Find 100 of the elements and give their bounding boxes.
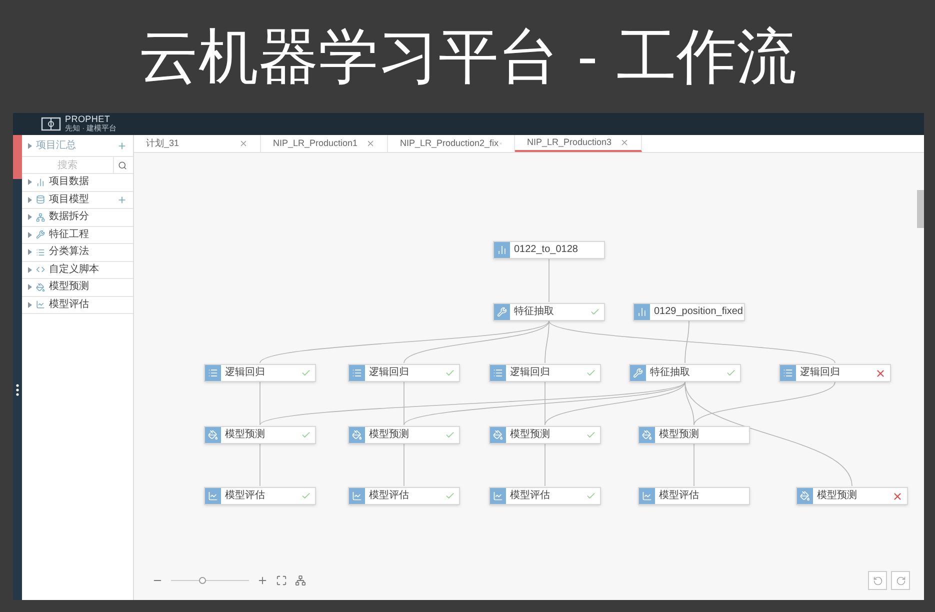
tree-layout-icon[interactable]	[295, 575, 306, 586]
list-icon	[36, 248, 45, 257]
sidebar-item[interactable]: 特征工程	[22, 226, 133, 244]
add-icon[interactable]	[117, 194, 127, 205]
workflow-node[interactable]: 逻辑回归	[489, 364, 601, 382]
list-icon	[208, 368, 218, 378]
workflow-node[interactable]: 模型评估	[489, 487, 601, 505]
add-icon[interactable]	[117, 140, 127, 150]
sidebar-item-label: 模型预测	[49, 282, 90, 292]
bucket-icon	[493, 430, 503, 440]
caret-icon	[28, 142, 32, 148]
node-label: 特征抽取	[650, 368, 691, 378]
database-icon	[36, 195, 45, 204]
sidebar-item[interactable]: 数据拆分	[22, 209, 133, 226]
node-label: 逻辑回归	[510, 368, 551, 378]
bucket-icon	[208, 430, 218, 440]
logo-name: PROPHET	[65, 114, 112, 124]
workflow-node[interactable]: 逻辑回归	[204, 364, 316, 382]
workflow-node[interactable]: 特征抽取	[629, 364, 741, 382]
wrench-icon	[497, 307, 507, 317]
strip-highlight	[13, 135, 22, 179]
node-label: 模型预测	[225, 430, 266, 440]
sidebar-item[interactable]: 项目模型	[22, 192, 133, 209]
node-label: 0129_position_fixed	[654, 307, 743, 317]
sidebar-item[interactable]: 自定义脚本	[22, 262, 133, 279]
node-label: 模型评估	[369, 491, 410, 501]
sidebar-item-label: 特征工程	[49, 230, 90, 240]
slider-thumb[interactable]	[198, 577, 206, 584]
caret-icon	[28, 232, 32, 238]
workflow-node[interactable]: 模型评估	[638, 487, 750, 505]
workflow-node[interactable]: 模型预测	[796, 487, 908, 505]
drag-handle-icon	[16, 384, 19, 396]
workflow-node[interactable]: 逻辑回归	[779, 364, 891, 382]
check-icon	[444, 430, 454, 440]
zoom-slider[interactable]	[171, 577, 249, 584]
check-icon	[726, 368, 736, 378]
workflow-node[interactable]: 0122_to_0128	[493, 241, 605, 259]
node-label: 模型预测	[659, 430, 700, 440]
wrench-icon	[633, 368, 643, 378]
close-icon[interactable]	[620, 138, 629, 147]
fit-screen-icon[interactable]	[276, 575, 287, 586]
line-chart-icon	[642, 491, 652, 501]
check-icon	[586, 368, 596, 378]
bucket-icon	[36, 282, 45, 292]
cross-icon	[892, 490, 903, 502]
line-chart-icon	[36, 300, 45, 310]
slide-title: 云机器学习平台 - 工作流	[138, 26, 797, 86]
tab[interactable]: NIP_LR_Production1	[261, 135, 388, 152]
workflow-node[interactable]: 模型预测	[489, 426, 601, 444]
check-icon	[586, 430, 596, 440]
sidebar-item[interactable]: 模型预测	[22, 279, 133, 296]
check-icon	[300, 430, 310, 440]
tab[interactable]: 计划_31	[134, 135, 261, 152]
zoom-in-icon[interactable]	[257, 575, 268, 586]
sidebar-item-label: 项目数据	[49, 177, 90, 188]
undo-button[interactable]	[868, 571, 887, 590]
workflow-node[interactable]: 逻辑回归	[348, 364, 460, 382]
close-icon[interactable]	[366, 139, 375, 148]
node-label: 逻辑回归	[225, 368, 266, 378]
bucket-icon	[352, 430, 362, 440]
sidebar-item[interactable]: 模型评估	[22, 296, 133, 314]
caret-icon	[28, 179, 32, 186]
workflow-node[interactable]: 0129_position_fixed	[633, 303, 745, 321]
bar-chart-icon	[637, 307, 647, 317]
undo-icon	[872, 576, 882, 586]
workflow-node[interactable]: 特征抽取	[493, 303, 605, 321]
network-icon	[36, 212, 45, 222]
workflow-node[interactable]: 模型预测	[204, 426, 316, 444]
book-logo-icon	[41, 117, 61, 131]
node-label: 0122_to_0128	[514, 245, 579, 255]
sidebar-item[interactable]: 项目数据	[22, 174, 133, 192]
sidebar-item[interactable]: 分类算法	[22, 244, 133, 262]
connector-line	[544, 444, 546, 486]
tab[interactable]: NIP_LR_Production2_fix	[388, 135, 515, 152]
node-label: 逻辑回归	[800, 368, 841, 378]
redo-button[interactable]	[891, 571, 910, 590]
close-icon[interactable]	[239, 139, 248, 148]
search-icon[interactable]	[118, 160, 127, 170]
node-label: 模型预测	[817, 491, 858, 501]
check-icon	[300, 491, 310, 501]
list-icon	[493, 368, 503, 378]
check-icon	[590, 307, 600, 317]
workflow-node[interactable]: 模型预测	[638, 426, 750, 444]
node-label: 模型预测	[510, 430, 551, 440]
workflow-node[interactable]: 模型预测	[348, 426, 460, 444]
sidebar-item-label: 分类算法	[49, 247, 90, 258]
check-icon	[444, 368, 454, 378]
sidebar-item-label: 模型评估	[49, 300, 90, 310]
scrollbar-thumb	[917, 190, 924, 228]
search-field[interactable]: 搜索	[22, 157, 114, 173]
bucket-icon	[800, 491, 810, 501]
workflow-node[interactable]: 模型评估	[204, 487, 316, 505]
line-chart-icon	[352, 491, 362, 501]
workflow-node[interactable]: 模型评估	[348, 487, 460, 505]
sidebar-header: 项目汇总	[36, 138, 77, 153]
check-icon	[586, 491, 596, 501]
code-icon	[36, 265, 45, 274]
node-label: 模型预测	[369, 430, 410, 440]
caret-icon	[28, 214, 32, 220]
node-label: 模型评估	[659, 491, 700, 501]
